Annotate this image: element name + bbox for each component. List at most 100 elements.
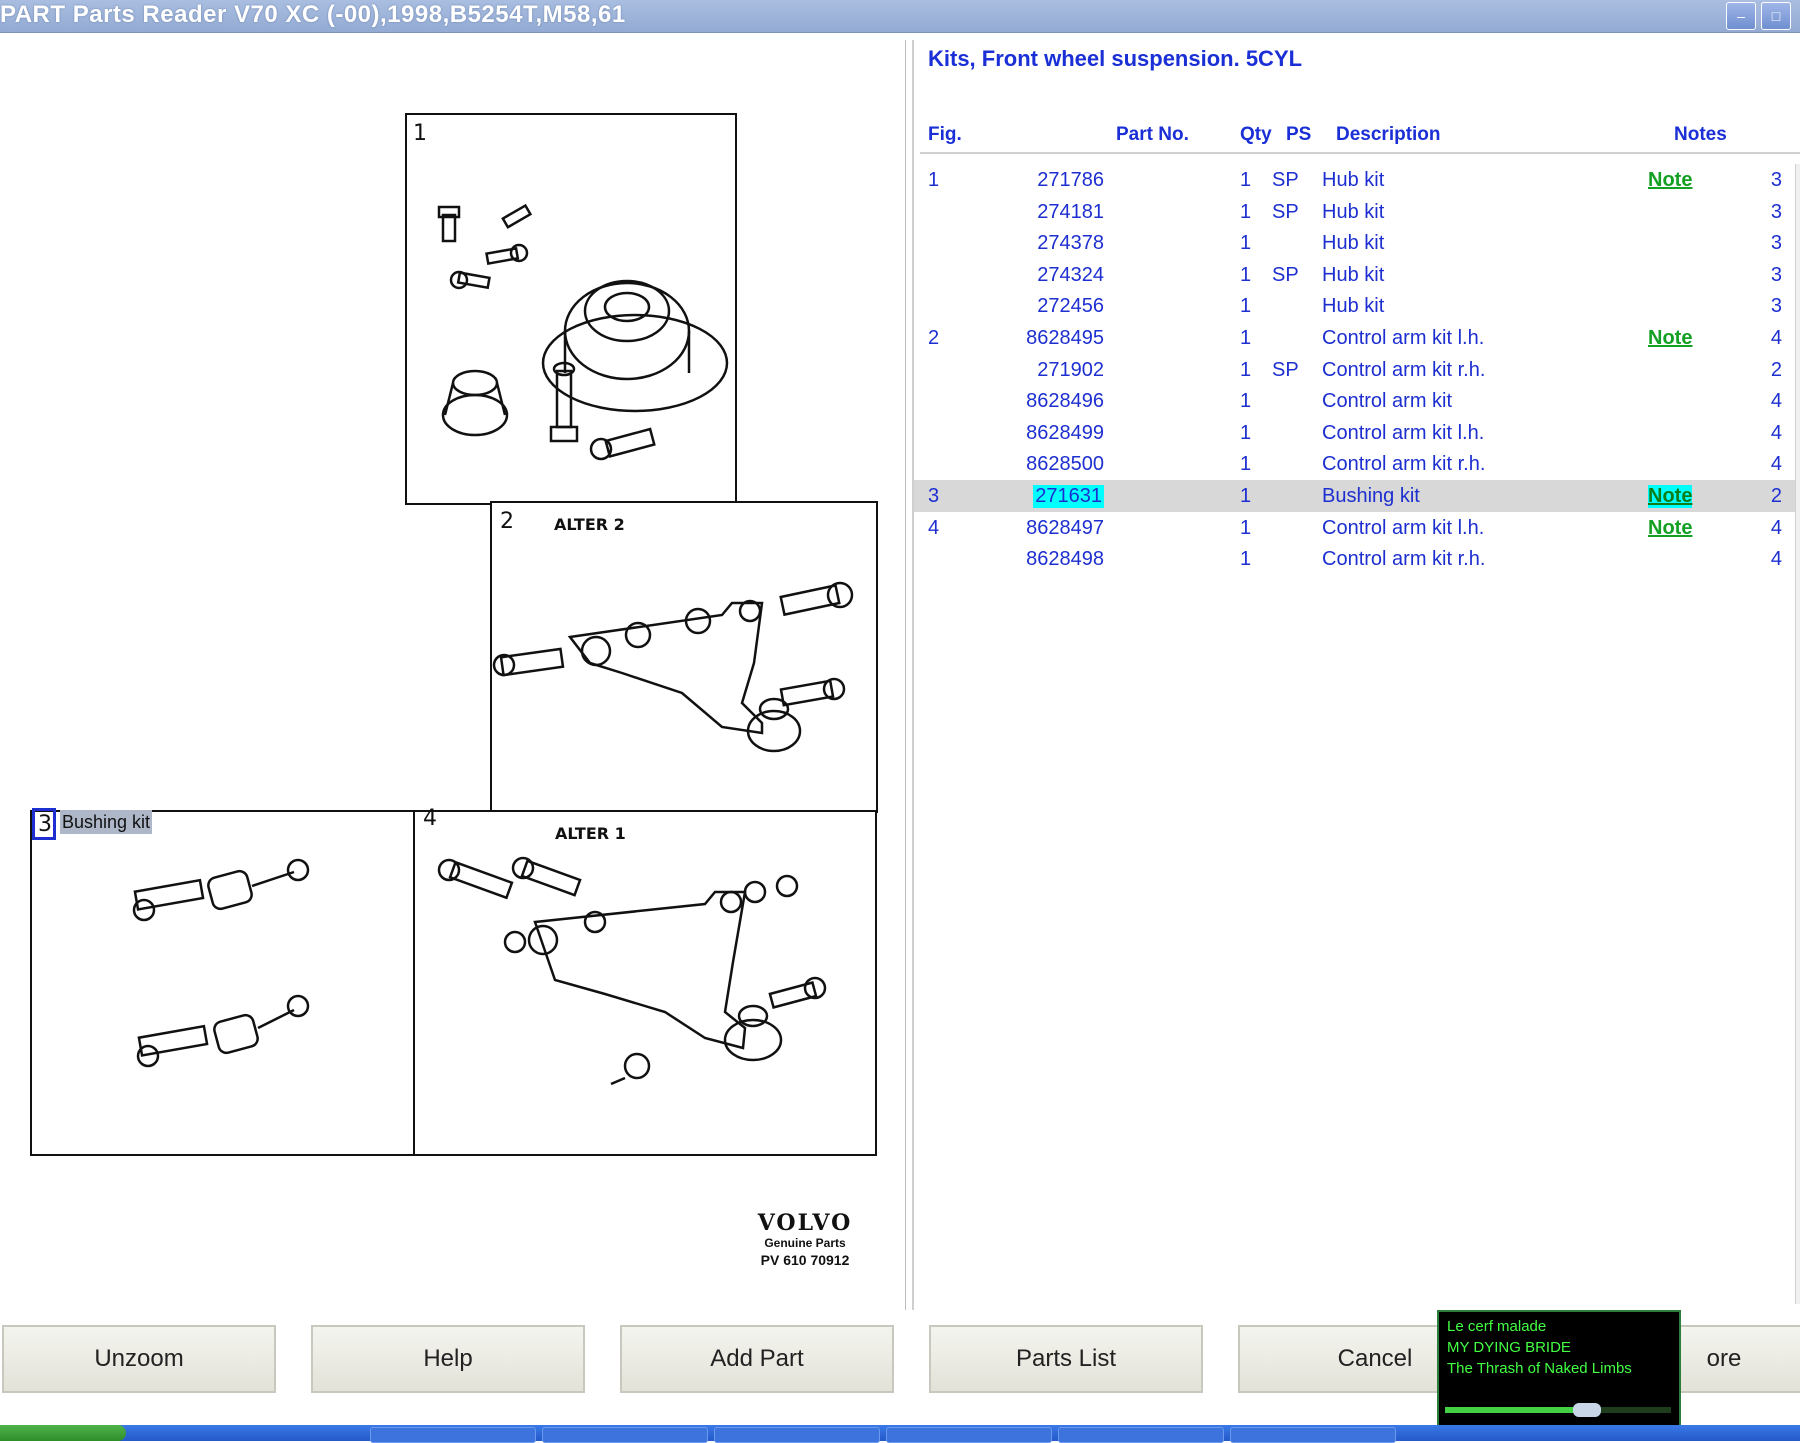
row-description: Control arm kit l.h. <box>1322 326 1485 349</box>
list-scrollbar[interactable] <box>1795 164 1800 1304</box>
media-album: The Thrash of Naked Limbs <box>1447 1360 1632 1377</box>
row-notes-count: 4 <box>1770 516 1782 539</box>
window-title: PART Parts Reader V70 XC (-00),1998,B525… <box>0 1 626 28</box>
row-description: Control arm kit r.h. <box>1322 548 1486 571</box>
drawing-reference: PV 610 70912 <box>760 1252 850 1268</box>
header-divider <box>920 152 1800 154</box>
row-notes-count: 4 <box>1770 326 1782 349</box>
row-description: Control arm kit r.h. <box>1322 358 1486 381</box>
row-description: Control arm kit <box>1322 390 1453 413</box>
selected-figure-label: Bushing kit <box>60 810 153 834</box>
row-qty: 1 <box>1240 295 1252 318</box>
table-row[interactable]: 272456 1 Hub kit 3 <box>914 290 1796 322</box>
row-ps: SP <box>1272 200 1299 223</box>
table-row[interactable]: 4 8628497 1 Control arm kit l.h. Note 4 <box>914 512 1796 544</box>
row-qty: 1 <box>1240 548 1252 571</box>
row-part-number: 274378 <box>1037 232 1104 255</box>
media-progress-knob[interactable] <box>1573 1403 1601 1417</box>
row-note-link[interactable]: Note <box>1648 484 1693 508</box>
parts-list-button[interactable]: Parts List <box>929 1325 1203 1393</box>
row-description: Control arm kit r.h. <box>1322 453 1486 476</box>
row-part-number: 274324 <box>1037 263 1104 286</box>
table-row[interactable]: 274324 1 SP Hub kit 3 <box>914 259 1796 291</box>
table-row[interactable]: 8628498 1 Control arm kit r.h. 4 <box>914 543 1796 575</box>
table-row[interactable]: 271902 1 SP Control arm kit r.h. 2 <box>914 354 1796 386</box>
figure-1-frame[interactable]: 1 <box>405 113 737 505</box>
row-notes-count: 3 <box>1770 232 1782 255</box>
help-button[interactable]: Help <box>311 1325 585 1393</box>
row-fig: 2 <box>928 326 940 349</box>
column-header-fig: Fig. <box>928 124 962 145</box>
maximize-icon[interactable]: □ <box>1761 2 1791 30</box>
row-ps: SP <box>1272 358 1299 381</box>
column-header-ps: PS <box>1286 124 1312 145</box>
row-notes-count: 3 <box>1770 200 1782 223</box>
brand-subtitle: Genuine Parts <box>764 1236 846 1250</box>
table-row[interactable]: 274181 1 SP Hub kit 3 <box>914 196 1796 228</box>
column-header-description: Description <box>1336 124 1441 145</box>
row-part-number: 8628500 <box>1026 453 1104 476</box>
row-description: Control arm kit l.h. <box>1322 421 1485 444</box>
row-notes-count: 4 <box>1770 548 1782 571</box>
figure-2-frame[interactable]: 2 ALTER 2 <box>490 501 878 813</box>
table-row[interactable]: 8628496 1 Control arm kit 4 <box>914 385 1796 417</box>
row-qty: 1 <box>1240 516 1252 539</box>
media-player-popup[interactable]: Le cerf malade MY DYING BRIDE The Thrash… <box>1437 1310 1681 1427</box>
brand-name: VOLVO <box>757 1210 853 1236</box>
row-qty: 1 <box>1240 232 1252 255</box>
row-part-number: 272456 <box>1037 295 1104 318</box>
row-qty: 1 <box>1240 484 1252 507</box>
row-notes-count: 4 <box>1770 421 1782 444</box>
table-row[interactable]: 1 271786 1 SP Hub kit Note 3 <box>914 164 1796 196</box>
table-row[interactable]: 8628499 1 Control arm kit l.h. 4 <box>914 417 1796 449</box>
row-part-number: 8628496 <box>1026 390 1104 413</box>
table-row[interactable]: 2 8628495 1 Control arm kit l.h. Note 4 <box>914 322 1796 354</box>
row-description: Hub kit <box>1322 200 1385 223</box>
media-track-title: Le cerf malade <box>1447 1318 1547 1335</box>
media-progress-bar[interactable] <box>1445 1403 1671 1417</box>
row-note-link[interactable]: Note <box>1648 327 1692 350</box>
row-note-link[interactable]: Note <box>1648 517 1692 540</box>
row-notes-count: 3 <box>1770 295 1782 318</box>
row-qty: 1 <box>1240 169 1252 191</box>
figure-3-frame[interactable] <box>30 810 416 1156</box>
control-arm-alt-drawing <box>437 856 827 1086</box>
start-button[interactable] <box>0 1425 126 1441</box>
row-description: Hub kit <box>1322 295 1385 318</box>
row-part-number: 8628499 <box>1026 421 1104 444</box>
kit-title: Kits, Front wheel suspension. 5CYL <box>928 46 1303 71</box>
row-fig: 3 <box>928 484 940 507</box>
row-qty: 1 <box>1240 421 1252 444</box>
figure-number: 3 <box>38 812 52 837</box>
column-header-part-no: Part No. <box>1116 124 1189 145</box>
row-qty: 1 <box>1240 453 1252 476</box>
control-arm-drawing <box>492 581 854 753</box>
row-ps: SP <box>1272 169 1299 191</box>
volvo-logo: VOLVO Genuine Parts PV 610 70912 <box>730 1210 880 1268</box>
row-qty: 1 <box>1240 263 1252 286</box>
row-notes-count: 4 <box>1770 453 1782 476</box>
row-part-number: 8628495 <box>1026 326 1104 349</box>
row-qty: 1 <box>1240 390 1252 413</box>
figure-3-selection-box[interactable]: 3 <box>32 808 56 840</box>
column-header-notes: Notes <box>1674 124 1727 145</box>
parts-table: 1 271786 1 SP Hub kit Note 3 274181 1 SP Hub kit 3 2… <box>914 164 1800 575</box>
taskbar <box>0 1425 1800 1443</box>
table-row[interactable]: 274378 1 Hub kit 3 <box>914 227 1796 259</box>
add-part-button[interactable]: Add Part <box>620 1325 894 1393</box>
row-description: Hub kit <box>1322 263 1385 286</box>
row-note-link[interactable]: Note <box>1648 169 1692 192</box>
row-qty: 1 <box>1240 358 1252 381</box>
row-description: Hub kit <box>1322 169 1385 191</box>
table-row[interactable]: 8628500 1 Control arm kit r.h. 4 <box>914 448 1796 480</box>
row-part-number: 271786 <box>1037 169 1104 191</box>
row-qty: 1 <box>1240 200 1252 223</box>
row-description: Bushing kit <box>1322 484 1420 507</box>
row-part-number: 8628497 <box>1026 516 1104 539</box>
row-qty: 1 <box>1240 326 1252 349</box>
unzoom-button[interactable]: Unzoom <box>2 1325 276 1393</box>
figure-4-frame[interactable]: 4 ALTER 1 <box>413 806 877 1156</box>
table-row[interactable]: 3 271631 1 Bushing kit Note 2 <box>914 479 1796 512</box>
minimize-icon[interactable]: – <box>1726 2 1756 30</box>
exploded-view-pane: 1 2 ALTER 2 3 Bushing kit 4 ALTER 1 VOLV… <box>0 40 906 1310</box>
